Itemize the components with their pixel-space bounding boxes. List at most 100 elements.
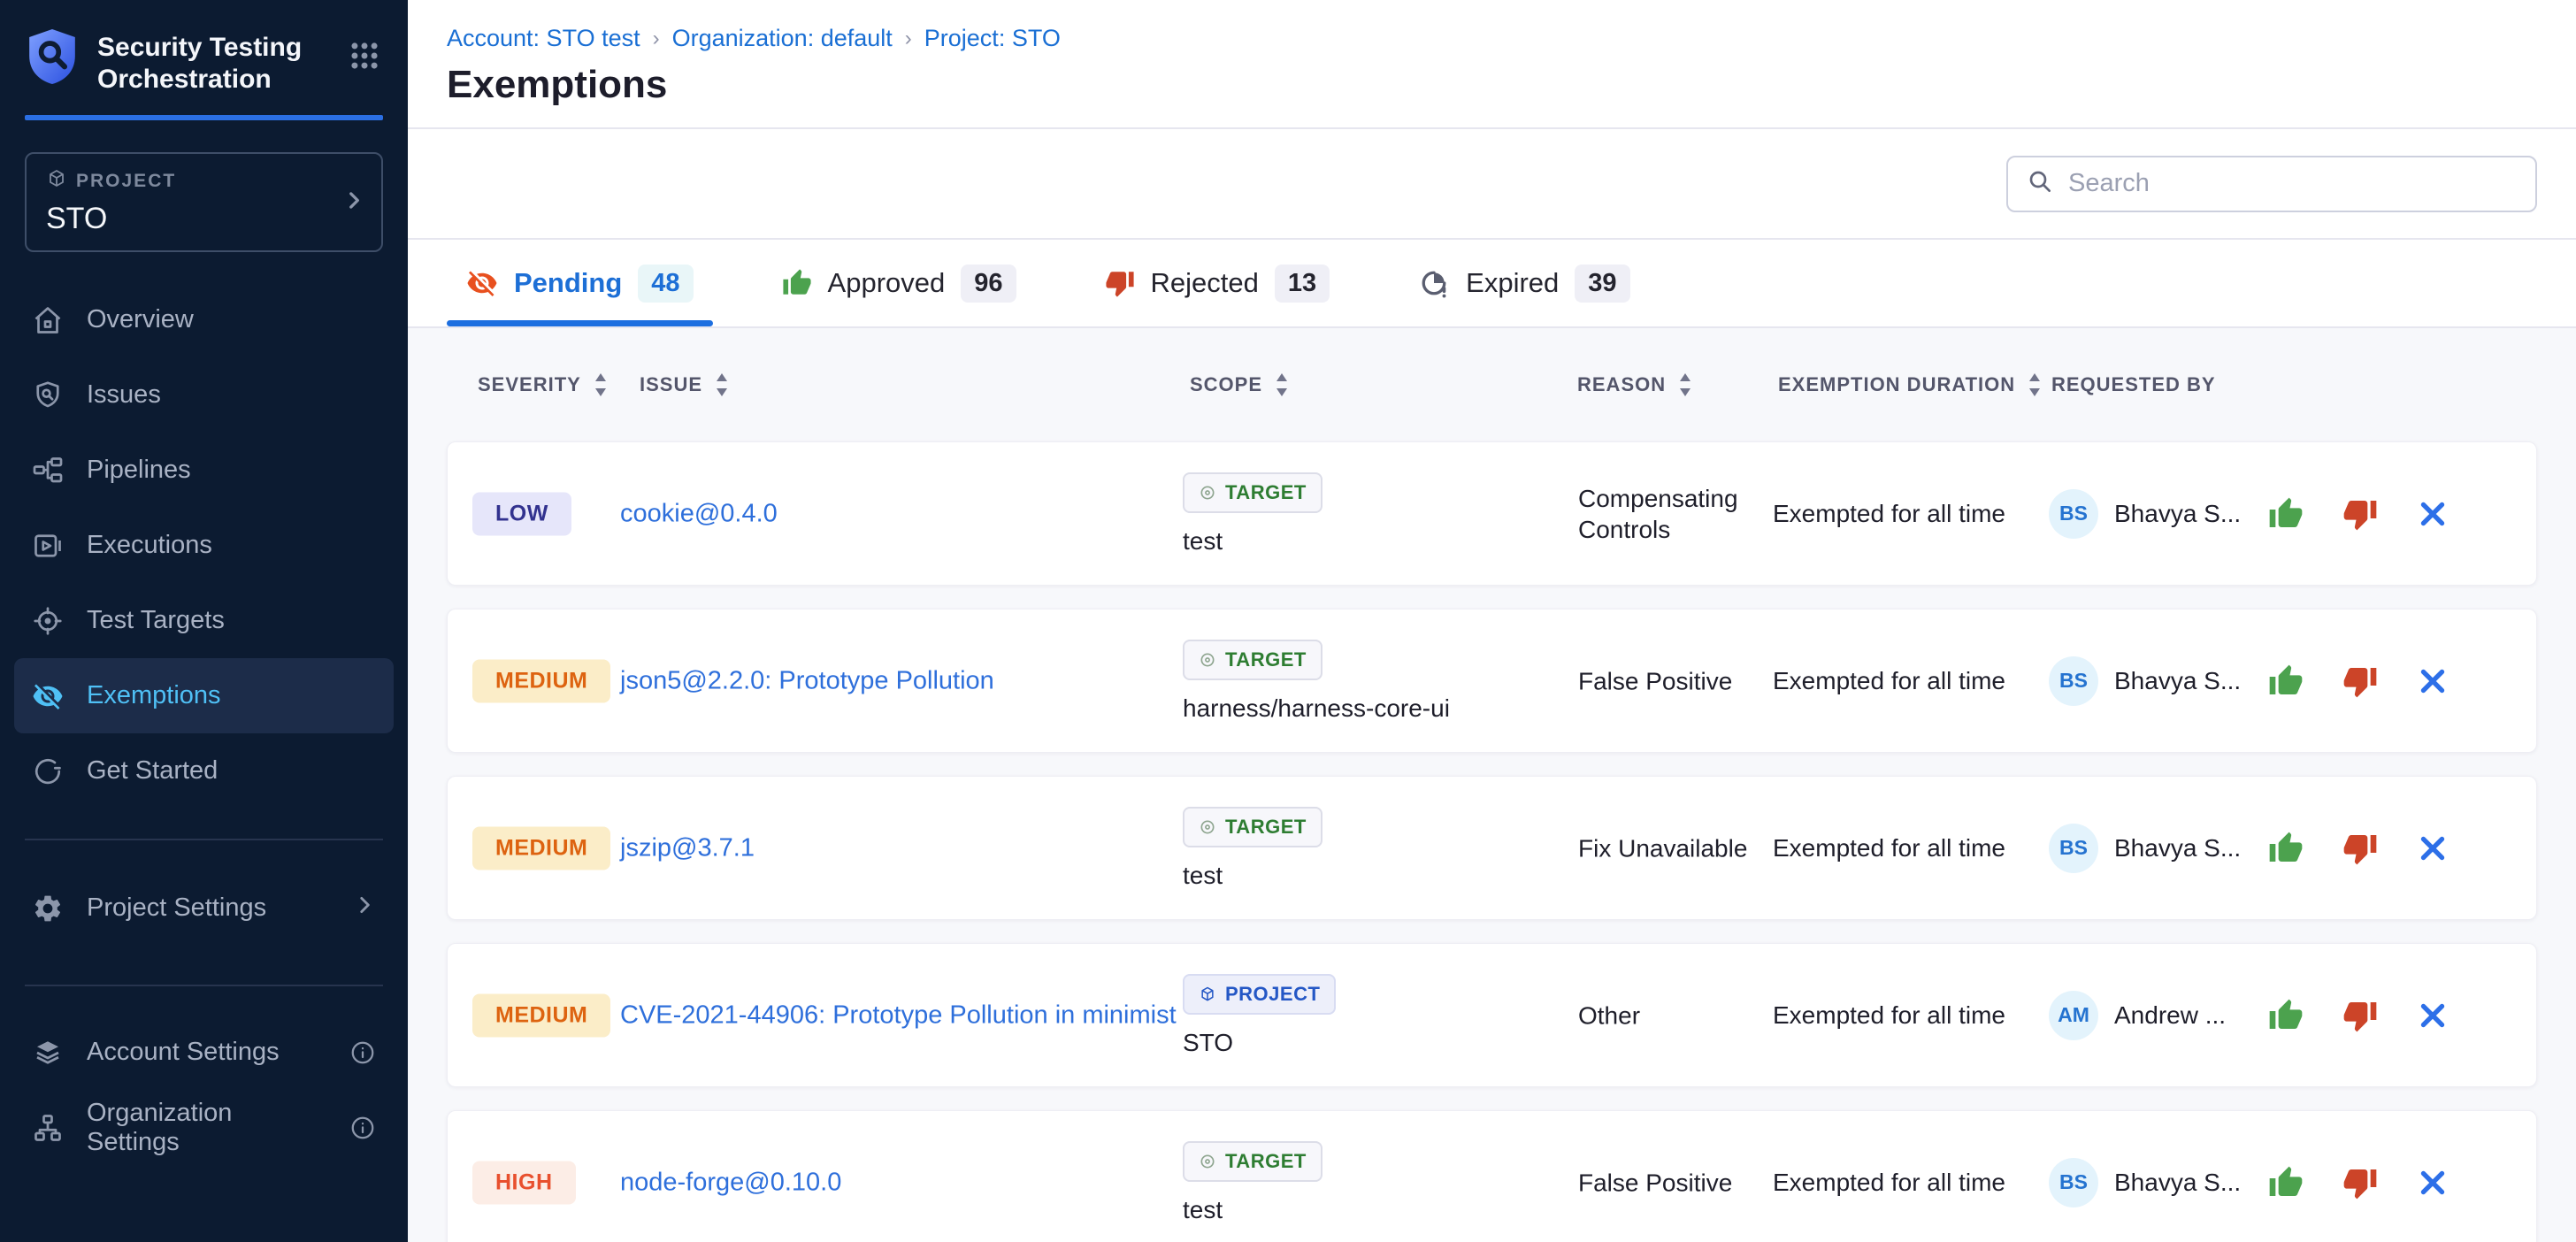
cancel-button[interactable]: [2417, 1000, 2449, 1031]
sidebar-item-get-started[interactable]: Get Started: [14, 733, 394, 809]
sidebar-item-issues[interactable]: Issues: [14, 357, 394, 433]
sidebar-item-organization-settings[interactable]: Organization Settings: [14, 1090, 394, 1165]
severity-badge: LOW: [472, 492, 571, 535]
project-selector[interactable]: PROJECT STO: [25, 152, 383, 252]
sidebar-item-pipelines[interactable]: Pipelines: [14, 433, 394, 508]
clock-expired-icon: [1418, 267, 1450, 299]
info-icon[interactable]: [349, 1115, 376, 1141]
tab-count-badge: 48: [638, 264, 693, 303]
search-input[interactable]: [2068, 169, 2518, 198]
scope-name: harness/harness-core-ui: [1183, 694, 1563, 723]
table-row: MEDIUM json5@2.2.0: Prototype Pollution …: [447, 609, 2537, 753]
column-header-requested-by: REQUESTED BY: [2051, 373, 2216, 396]
exemption-duration: Exempted for all time: [1773, 500, 2047, 528]
avatar: BS: [2049, 1158, 2098, 1208]
sidebar-item-overview[interactable]: Overview: [14, 282, 394, 357]
eye-off-icon: [32, 680, 64, 712]
reject-button[interactable]: [2342, 998, 2378, 1033]
thumbs-up-icon: [782, 268, 812, 298]
tab-pending[interactable]: Pending 48: [447, 240, 713, 326]
column-header-severity[interactable]: SEVERITY: [478, 373, 608, 396]
cancel-button[interactable]: [2417, 498, 2449, 530]
app-window: Security Testing Orchestration PROJECT S…: [0, 0, 2576, 1242]
exemption-duration: Exempted for all time: [1773, 667, 2047, 695]
issue-link[interactable]: node-forge@0.10.0: [620, 1162, 1177, 1202]
severity-badge: HIGH: [472, 1161, 576, 1204]
cancel-button[interactable]: [2417, 1167, 2449, 1199]
issue-link[interactable]: cookie@0.4.0: [620, 494, 1177, 533]
row-actions: [2268, 496, 2449, 532]
tab-approved[interactable]: Approved 96: [763, 240, 1036, 326]
scope-target-chip: TARGET: [1183, 472, 1322, 513]
row-actions: [2268, 998, 2449, 1033]
home-icon: [32, 304, 64, 336]
table-header: SEVERITY ISSUE SCOPE REASON EXEMPTION DU…: [447, 328, 2537, 441]
sort-icon: [715, 373, 729, 396]
reject-button[interactable]: [2342, 496, 2378, 532]
project-cube-icon: [46, 168, 67, 195]
app-title: Security Testing Orchestration: [97, 27, 302, 96]
approve-button[interactable]: [2268, 663, 2304, 699]
sidebar-item-account-settings[interactable]: Account Settings: [14, 1015, 394, 1090]
sidebar-item-label: Get Started: [87, 756, 218, 786]
sidebar-item-label: Exemptions: [87, 681, 221, 710]
breadcrumb-project-link[interactable]: Project: STO: [924, 25, 1061, 52]
sidebar-divider: [25, 839, 383, 840]
info-icon[interactable]: [349, 1039, 376, 1066]
issue-link[interactable]: CVE-2021-44906: Prototype Pollution in m…: [620, 995, 1177, 1035]
cube-icon: [1199, 985, 1216, 1003]
table-row: MEDIUM jszip@3.7.1 TARGET test Fix Unava…: [447, 776, 2537, 920]
approve-button[interactable]: [2268, 831, 2304, 866]
approve-button[interactable]: [2268, 998, 2304, 1033]
column-header-exemption-duration[interactable]: EXEMPTION DURATION: [1778, 373, 2042, 396]
requested-by-cell: BS Bhavya S...: [2049, 824, 2241, 873]
cancel-button[interactable]: [2417, 665, 2449, 697]
sort-icon: [1275, 373, 1289, 396]
tab-expired[interactable]: Expired 39: [1399, 240, 1649, 326]
search-box: [2006, 156, 2537, 212]
row-actions: [2268, 1165, 2449, 1200]
breadcrumb-separator: ›: [905, 27, 912, 51]
tab-rejected[interactable]: Rejected 13: [1085, 240, 1350, 326]
sidebar-item-test-targets[interactable]: Test Targets: [14, 583, 394, 658]
sidebar-item-label: Project Settings: [87, 893, 266, 923]
sidebar-item-label: Overview: [87, 305, 194, 334]
main-content: Account: STO test › Organization: defaul…: [408, 0, 2576, 1242]
reason: Other: [1578, 1000, 1786, 1031]
reject-button[interactable]: [2342, 831, 2378, 866]
scope-cell: TARGET test: [1183, 1141, 1563, 1224]
sort-icon: [1678, 373, 1692, 396]
table-row: LOW cookie@0.4.0 TARGET test Compensatin…: [447, 441, 2537, 586]
exemption-duration: Exempted for all time: [1773, 834, 2047, 862]
row-actions: [2268, 663, 2449, 699]
reason: Compensating Controls: [1578, 483, 1786, 545]
module-grid-icon[interactable]: [348, 39, 381, 77]
search-icon: [2026, 167, 2054, 200]
sidebar-item-executions[interactable]: Executions: [14, 508, 394, 583]
breadcrumb-account-link[interactable]: Account: STO test: [447, 25, 640, 52]
issue-link[interactable]: json5@2.2.0: Prototype Pollution: [620, 661, 1177, 701]
toolbar: [408, 129, 2576, 240]
approve-button[interactable]: [2268, 496, 2304, 532]
breadcrumb: Account: STO test › Organization: defaul…: [447, 25, 2537, 52]
status-tabs: Pending 48 Approved 96 Rejected 13 Expir…: [408, 240, 2576, 328]
approve-button[interactable]: [2268, 1165, 2304, 1200]
sort-icon: [594, 373, 608, 396]
chevron-right-icon: [353, 893, 376, 924]
reject-button[interactable]: [2342, 1165, 2378, 1200]
column-header-scope[interactable]: SCOPE: [1190, 373, 1289, 396]
tab-label: Pending: [514, 267, 622, 299]
column-header-reason[interactable]: REASON: [1577, 373, 1692, 396]
sidebar-item-project-settings[interactable]: Project Settings: [14, 870, 394, 946]
reject-button[interactable]: [2342, 663, 2378, 699]
sidebar-item-exemptions[interactable]: Exemptions: [14, 658, 394, 733]
page-title: Exemptions: [447, 63, 2537, 107]
cancel-button[interactable]: [2417, 832, 2449, 864]
column-header-issue[interactable]: ISSUE: [640, 373, 729, 396]
target-icon: [1199, 651, 1216, 669]
requester-name: Bhavya S...: [2114, 667, 2241, 695]
breadcrumb-organization-link[interactable]: Organization: default: [672, 25, 893, 52]
requester-name: Andrew ...: [2114, 1001, 2226, 1030]
issue-link[interactable]: jszip@3.7.1: [620, 828, 1177, 868]
chevron-right-icon: [342, 188, 365, 216]
